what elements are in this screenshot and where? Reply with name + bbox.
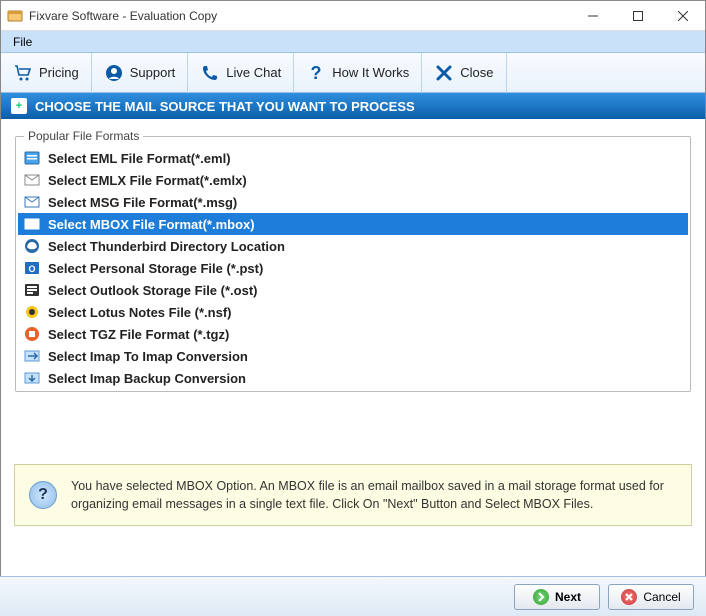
howitworks-button[interactable]: ? How It Works	[294, 53, 422, 93]
format-row-label: Select EMLX File Format(*.emlx)	[48, 173, 247, 188]
format-row-tgz[interactable]: Select TGZ File Format (*.tgz)	[18, 323, 688, 345]
next-label: Next	[555, 590, 581, 604]
livechat-button[interactable]: Live Chat	[188, 53, 294, 93]
pricing-label: Pricing	[39, 65, 79, 80]
format-row-label: Select Outlook Storage File (*.ost)	[48, 283, 257, 298]
ost-icon	[24, 282, 40, 298]
footer: Next Cancel	[0, 576, 706, 616]
msg-icon	[24, 194, 40, 210]
window-controls	[570, 1, 705, 31]
window-title: Fixvare Software - Evaluation Copy	[29, 9, 217, 23]
format-row-label: Select Thunderbird Directory Location	[48, 239, 285, 254]
svg-text:O: O	[28, 264, 35, 274]
svg-text:?: ?	[311, 63, 322, 83]
imap-icon	[24, 348, 40, 364]
headset-icon	[104, 63, 124, 83]
format-row-ost[interactable]: Select Outlook Storage File (*.ost)	[18, 279, 688, 301]
tgz-icon	[24, 326, 40, 342]
cancel-button[interactable]: Cancel	[608, 584, 694, 610]
cancel-icon	[621, 589, 637, 605]
imapbackup-icon	[24, 370, 40, 386]
menu-file[interactable]: File	[5, 33, 40, 51]
phone-icon	[200, 63, 220, 83]
format-row-msg[interactable]: Select MSG File Format(*.msg)	[18, 191, 688, 213]
cancel-label: Cancel	[643, 590, 680, 604]
format-row-imapbackup[interactable]: Select Imap Backup Conversion	[18, 367, 688, 389]
pricing-button[interactable]: Pricing	[1, 53, 92, 93]
thunderbird-icon	[24, 238, 40, 254]
app-icon	[7, 8, 23, 24]
info-box: ? You have selected MBOX Option. An MBOX…	[14, 464, 692, 526]
info-text: You have selected MBOX Option. An MBOX f…	[71, 477, 677, 513]
popular-file-formats-group: Popular File Formats Select EML File For…	[15, 129, 691, 392]
format-row-pst[interactable]: O Select Personal Storage File (*.pst)	[18, 257, 688, 279]
eml-icon	[24, 150, 40, 166]
format-row-emlx[interactable]: Select EMLX File Format(*.emlx)	[18, 169, 688, 191]
header-banner: + CHOOSE THE MAIL SOURCE THAT YOU WANT T…	[1, 93, 705, 119]
banner-text: CHOOSE THE MAIL SOURCE THAT YOU WANT TO …	[35, 99, 415, 114]
format-row-label: Select Imap Backup Conversion	[48, 371, 246, 386]
format-row-label: Select EML File Format(*.eml)	[48, 151, 231, 166]
banner-icon: +	[11, 98, 27, 114]
cart-icon	[13, 63, 33, 83]
titlebar: Fixvare Software - Evaluation Copy	[1, 1, 705, 31]
livechat-label: Live Chat	[226, 65, 281, 80]
nsf-icon	[24, 304, 40, 320]
format-row-label: Select Personal Storage File (*.pst)	[48, 261, 263, 276]
howitworks-label: How It Works	[332, 65, 409, 80]
toolbar: Pricing Support Live Chat ? How It Works…	[1, 53, 705, 93]
close-icon	[434, 63, 454, 83]
format-list: Select EML File Format(*.eml) Select EMLX…	[18, 147, 688, 389]
format-row-label: Select MBOX File Format(*.mbox)	[48, 217, 255, 232]
close-button[interactable]: Close	[422, 53, 506, 93]
format-row-nsf[interactable]: Select Lotus Notes File (*.nsf)	[18, 301, 688, 323]
info-icon: ?	[29, 481, 57, 509]
format-row-eml[interactable]: Select EML File Format(*.eml)	[18, 147, 688, 169]
format-row-thunderbird[interactable]: Select Thunderbird Directory Location	[18, 235, 688, 257]
format-row-label: Select Imap To Imap Conversion	[48, 349, 248, 364]
format-row-label: Select MSG File Format(*.msg)	[48, 195, 237, 210]
format-row-mbox[interactable]: Select MBOX File Format(*.mbox)	[18, 213, 688, 235]
popular-legend: Popular File Formats	[24, 129, 143, 143]
next-icon	[533, 589, 549, 605]
content: Popular File Formats Select EML File For…	[1, 119, 705, 392]
maximize-button[interactable]	[615, 1, 660, 31]
support-label: Support	[130, 65, 176, 80]
close-window-button[interactable]	[660, 1, 705, 31]
support-button[interactable]: Support	[92, 53, 189, 93]
format-row-imap[interactable]: Select Imap To Imap Conversion	[18, 345, 688, 367]
format-row-label: Select Lotus Notes File (*.nsf)	[48, 305, 231, 320]
close-label: Close	[460, 65, 493, 80]
menubar: File	[1, 31, 705, 53]
mbox-icon	[24, 216, 40, 232]
pst-icon: O	[24, 260, 40, 276]
emlx-icon	[24, 172, 40, 188]
minimize-button[interactable]	[570, 1, 615, 31]
next-button[interactable]: Next	[514, 584, 600, 610]
question-icon: ?	[306, 63, 326, 83]
format-row-label: Select TGZ File Format (*.tgz)	[48, 327, 229, 342]
